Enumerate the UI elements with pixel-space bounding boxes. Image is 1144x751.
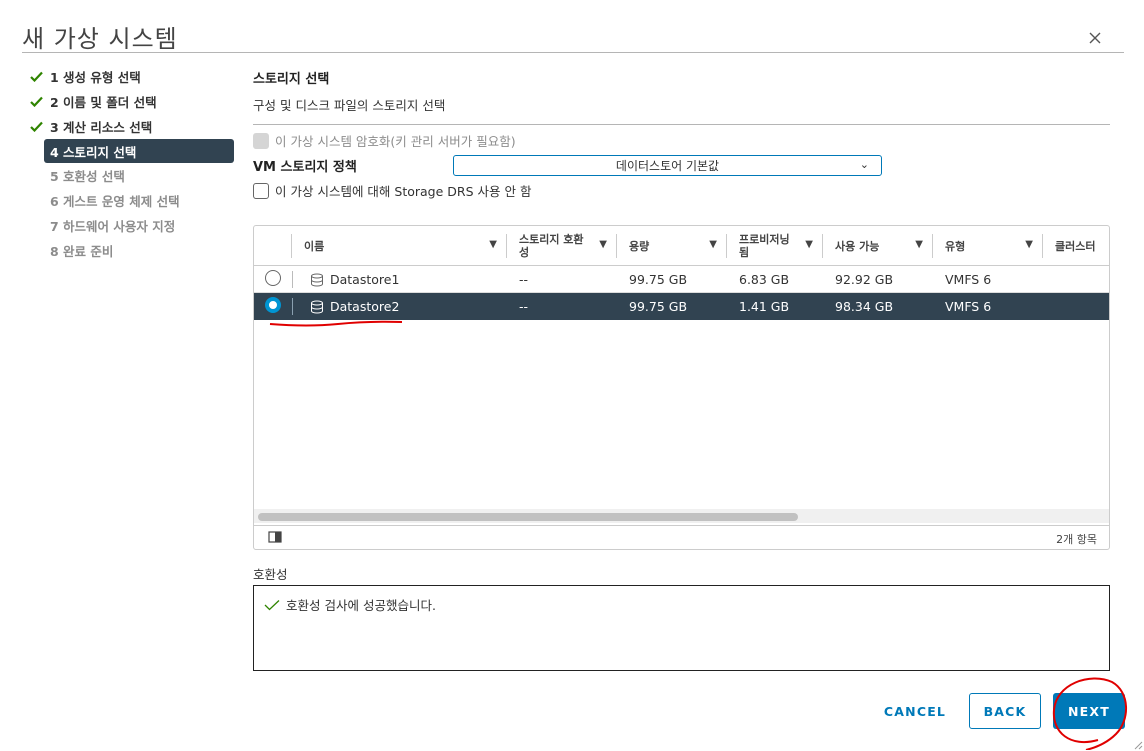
cell-provisioned: 1.41 GB xyxy=(739,299,790,314)
cell-type: VMFS 6 xyxy=(945,272,992,287)
column-label: 용량 xyxy=(629,239,650,253)
drs-option[interactable]: 이 가상 시스템에 대해 Storage DRS 사용 안 함 xyxy=(253,181,531,200)
drs-checkbox[interactable] xyxy=(253,182,269,199)
encrypt-label: 이 가상 시스템 암호화(키 관리 서버가 필요함) xyxy=(275,134,516,149)
item-count: 2개 항목 xyxy=(1056,533,1097,546)
section-header: 스토리지 선택 구성 및 디스크 파일의 스토리지 선택 xyxy=(253,68,1110,125)
column-label: 프로비저닝됨 xyxy=(739,233,790,259)
policy-select[interactable]: 데이터스토어 기본값 ⌄ xyxy=(453,155,882,176)
step-label: 1 생성 유형 선택 xyxy=(50,70,141,85)
resize-handle-icon[interactable] xyxy=(1134,741,1143,750)
wizard-steps: 1 생성 유형 선택 2 이름 및 폴더 선택 3 계산 리소스 선택 4 스토… xyxy=(28,64,234,263)
cancel-button[interactable]: CANCEL xyxy=(878,693,952,729)
step-7: 7 하드웨어 사용자 지정 xyxy=(28,213,234,238)
scrollbar-thumb[interactable] xyxy=(258,513,798,521)
compat-label: 호환성 xyxy=(253,567,288,582)
policy-value: 데이터스토어 기본값 xyxy=(615,159,720,173)
cell-capacity: 99.75 GB xyxy=(629,272,688,287)
filter-icon[interactable]: ▼ xyxy=(599,238,607,251)
policy-label: VM 스토리지 정책 xyxy=(253,160,357,175)
datastore-icon xyxy=(311,273,323,286)
check-icon xyxy=(264,599,280,610)
step-label: 4 스토리지 선택 xyxy=(50,144,137,160)
column-label: 클러스터 xyxy=(1055,239,1096,253)
filter-icon[interactable]: ▼ xyxy=(489,238,497,251)
encrypt-checkbox xyxy=(253,132,269,149)
grid-footer: 2개 항목 xyxy=(254,525,1109,549)
column-toggle-icon[interactable] xyxy=(268,531,282,543)
step-5: 5 호환성 선택 xyxy=(28,163,234,188)
datastore-grid: 이름 ▼ 스토리지 호환성 ▼ 용량 ▼ 프로비저닝됨 ▼ 사용 가능 ▼ 유형… xyxy=(253,225,1110,550)
chevron-down-icon: ⌄ xyxy=(859,158,869,171)
section-subtitle: 구성 및 디스크 파일의 스토리지 선택 xyxy=(253,98,446,113)
cell-name: Datastore2 xyxy=(298,293,399,320)
column-label: 사용 가능 xyxy=(835,239,880,253)
horizontal-scrollbar[interactable] xyxy=(254,509,1109,523)
step-label: 8 완료 준비 xyxy=(50,244,114,259)
check-icon xyxy=(30,121,50,132)
compat-message: 호환성 검사에 성공했습니다. xyxy=(264,595,436,614)
step-label: 2 이름 및 폴더 선택 xyxy=(50,95,157,110)
step-label: 5 호환성 선택 xyxy=(50,169,125,184)
column-header-free[interactable]: 사용 가능 ▼ xyxy=(823,226,933,266)
dialog-title: 새 가상 시스템 xyxy=(22,25,178,53)
cell-compat: -- xyxy=(519,299,529,314)
filter-icon[interactable]: ▼ xyxy=(1025,238,1033,251)
step-6: 6 게스트 운영 체제 선택 xyxy=(28,188,234,213)
back-button[interactable]: BACK xyxy=(969,693,1041,729)
step-1[interactable]: 1 생성 유형 선택 xyxy=(28,64,234,89)
check-icon xyxy=(30,96,50,107)
cell-cluster xyxy=(1043,266,1055,293)
cell-provisioned: 6.83 GB xyxy=(739,272,790,287)
step-3[interactable]: 3 계산 리소스 선택 xyxy=(28,114,234,139)
datastore-name[interactable]: Datastore2 xyxy=(330,299,399,314)
filter-icon[interactable]: ▼ xyxy=(915,238,923,251)
annotation-underline xyxy=(269,320,403,327)
step-2[interactable]: 2 이름 및 폴더 선택 xyxy=(28,89,234,114)
cell-free: 98.34 GB xyxy=(835,299,894,314)
row-radio-selected[interactable] xyxy=(265,297,281,313)
select-column-header xyxy=(254,226,292,266)
cell-free: 92.92 GB xyxy=(835,272,894,287)
cell-cluster xyxy=(1043,293,1055,320)
column-header-compat[interactable]: 스토리지 호환성 ▼ xyxy=(507,226,617,266)
compat-text: 호환성 검사에 성공했습니다. xyxy=(286,598,436,613)
drs-label: 이 가상 시스템에 대해 Storage DRS 사용 안 함 xyxy=(275,184,532,199)
datastore-name[interactable]: Datastore1 xyxy=(330,272,399,287)
cell-capacity: 99.75 GB xyxy=(629,299,688,314)
column-header-type[interactable]: 유형 ▼ xyxy=(933,226,1043,266)
close-icon[interactable] xyxy=(1086,29,1104,47)
table-row-selected[interactable]: Datastore2 -- 99.75 GB 1.41 GB 98.34 GB … xyxy=(254,293,1109,320)
table-row[interactable]: Datastore1 -- 99.75 GB 6.83 GB 92.92 GB … xyxy=(254,266,1109,293)
next-button[interactable]: NEXT xyxy=(1053,693,1125,729)
row-radio[interactable] xyxy=(265,270,281,286)
row-divider xyxy=(292,298,293,315)
encrypt-option: 이 가상 시스템 암호화(키 관리 서버가 필요함) xyxy=(253,131,516,150)
title-divider xyxy=(22,52,1124,53)
row-divider xyxy=(292,271,293,288)
step-label: 6 게스트 운영 체제 선택 xyxy=(50,194,180,209)
cell-compat: -- xyxy=(519,272,529,287)
column-label: 이름 xyxy=(304,239,325,253)
compat-box: 호환성 검사에 성공했습니다. xyxy=(253,585,1110,671)
step-8: 8 완료 준비 xyxy=(28,238,234,263)
step-label: 7 하드웨어 사용자 지정 xyxy=(50,219,176,234)
cell-name: Datastore1 xyxy=(298,266,399,293)
cell-type: VMFS 6 xyxy=(945,299,992,314)
grid-header: 이름 ▼ 스토리지 호환성 ▼ 용량 ▼ 프로비저닝됨 ▼ 사용 가능 ▼ 유형… xyxy=(254,226,1109,266)
section-title: 스토리지 선택 xyxy=(253,72,330,87)
filter-icon[interactable]: ▼ xyxy=(709,238,717,251)
column-header-name[interactable]: 이름 ▼ xyxy=(292,226,507,266)
column-label: 스토리지 호환성 xyxy=(519,233,584,259)
check-icon xyxy=(30,71,50,82)
datastore-icon xyxy=(311,300,323,313)
column-label: 유형 xyxy=(945,239,966,253)
column-header-provisioned[interactable]: 프로비저닝됨 ▼ xyxy=(727,226,823,266)
column-header-capacity[interactable]: 용량 ▼ xyxy=(617,226,727,266)
step-4-active[interactable]: 4 스토리지 선택 xyxy=(44,139,234,163)
column-header-cluster[interactable]: 클러스터 xyxy=(1043,226,1109,266)
filter-icon[interactable]: ▼ xyxy=(805,238,813,251)
step-label: 3 계산 리소스 선택 xyxy=(50,120,153,135)
section-divider xyxy=(253,124,1110,125)
